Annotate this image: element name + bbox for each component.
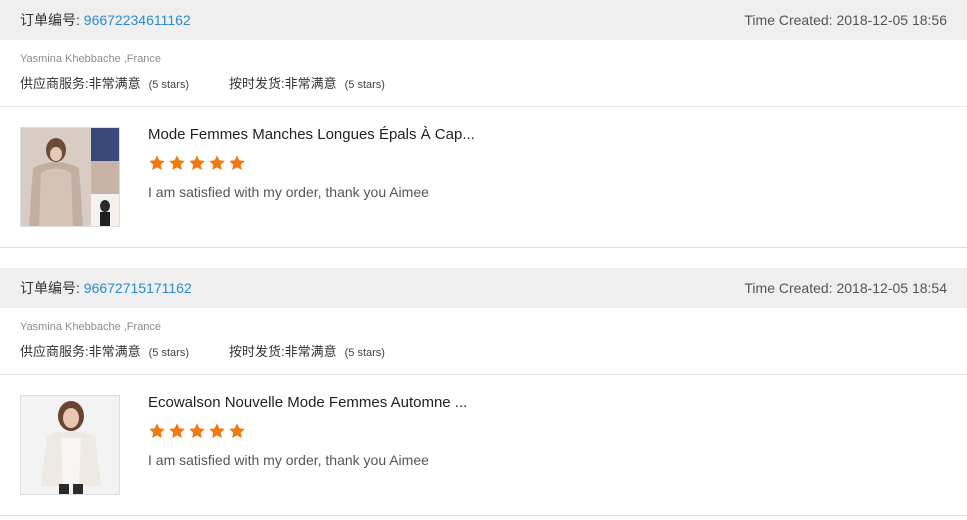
product-info: Mode Femmes Manches Longues Épals À Cap.…: [148, 126, 475, 247]
star-icon: [228, 154, 248, 174]
product-thumbnail[interactable]: [20, 395, 120, 495]
supplier-service-rating: 供应商服务: 非常满意 (5 stars): [20, 341, 189, 360]
order-number-label: 订单编号:: [20, 12, 80, 28]
supplier-service-value: 非常满意: [88, 344, 141, 359]
time-created: Time Created: 2018-12-05 18:54: [744, 280, 947, 296]
order-header: 订单编号: 96672234611162 Time Created: 2018-…: [0, 0, 967, 40]
order-number-link[interactable]: 96672234611162: [84, 12, 191, 28]
product-title[interactable]: Ecowalson Nouvelle Mode Femmes Automne .…: [148, 394, 467, 412]
rating-stars: [148, 154, 475, 174]
order-card: 订单编号: 96672715171162 Time Created: 2018-…: [0, 268, 967, 516]
on-time-value: 非常满意: [284, 76, 337, 91]
supplier-service-stars: (5 stars): [148, 347, 189, 359]
product-photo-model-icon: [21, 396, 119, 494]
buyer-name: Yasmina Khebbache ,France: [20, 53, 162, 65]
time-created: Time Created: 2018-12-05 18:56: [744, 12, 947, 28]
order-number-link[interactable]: 96672715171162: [84, 280, 192, 296]
buyer-name: Yasmina Khebbache ,France: [20, 321, 162, 333]
on-time-label: 按时发货:: [228, 344, 285, 359]
star-icon: [148, 154, 168, 174]
product-thumbnail[interactable]: [20, 127, 120, 227]
supplier-service-label: 供应商服务:: [20, 76, 89, 91]
seller-ratings: 供应商服务: 非常满意 (5 stars) 按时发货: 非常满意 (5 star…: [20, 341, 947, 360]
buyer-block: Yasmina Khebbache ,France 供应商服务: 非常满意 (5…: [0, 40, 967, 107]
supplier-service-stars: (5 stars): [148, 79, 189, 91]
feedback-list: 订单编号: 96672234611162 Time Created: 2018-…: [0, 0, 967, 520]
order-number-label: 订单编号:: [20, 280, 80, 296]
star-icon: [188, 422, 208, 442]
order-separator: [0, 248, 967, 268]
rating-stars: [148, 422, 467, 442]
star-icon: [208, 154, 228, 174]
product-row: Mode Femmes Manches Longues Épals À Cap.…: [0, 107, 967, 247]
product-photo-collage-icon: [21, 128, 119, 226]
order-card: 订单编号: 96672234611162 Time Created: 2018-…: [0, 0, 967, 248]
star-icon: [228, 422, 248, 442]
order-number-group: 订单编号: 96672715171162: [20, 278, 192, 298]
supplier-service-value: 非常满意: [88, 76, 141, 91]
product-row: Ecowalson Nouvelle Mode Femmes Automne .…: [0, 375, 967, 515]
product-info: Ecowalson Nouvelle Mode Femmes Automne .…: [148, 394, 467, 515]
supplier-service-label: 供应商服务:: [20, 344, 89, 359]
star-icon: [148, 422, 168, 442]
on-time-value: 非常满意: [284, 344, 337, 359]
star-icon: [208, 422, 228, 442]
star-icon: [168, 154, 188, 174]
on-time-stars: (5 stars): [344, 79, 385, 91]
product-title[interactable]: Mode Femmes Manches Longues Épals À Cap.…: [148, 126, 475, 144]
supplier-service-rating: 供应商服务: 非常满意 (5 stars): [20, 73, 189, 92]
feedback-comment: I am satisfied with my order, thank you …: [148, 452, 429, 468]
star-icon: [188, 154, 208, 174]
on-time-stars: (5 stars): [344, 347, 385, 359]
star-icon: [168, 422, 188, 442]
order-number-group: 订单编号: 96672234611162: [20, 10, 191, 30]
feedback-comment: I am satisfied with my order, thank you …: [148, 184, 429, 200]
order-header: 订单编号: 96672715171162 Time Created: 2018-…: [0, 268, 967, 308]
on-time-rating: 按时发货: 非常满意 (5 stars): [229, 73, 385, 92]
on-time-rating: 按时发货: 非常满意 (5 stars): [229, 341, 385, 360]
seller-ratings: 供应商服务: 非常满意 (5 stars) 按时发货: 非常满意 (5 star…: [20, 73, 947, 92]
buyer-block: Yasmina Khebbache ,France 供应商服务: 非常满意 (5…: [0, 308, 967, 375]
on-time-label: 按时发货:: [228, 76, 285, 91]
